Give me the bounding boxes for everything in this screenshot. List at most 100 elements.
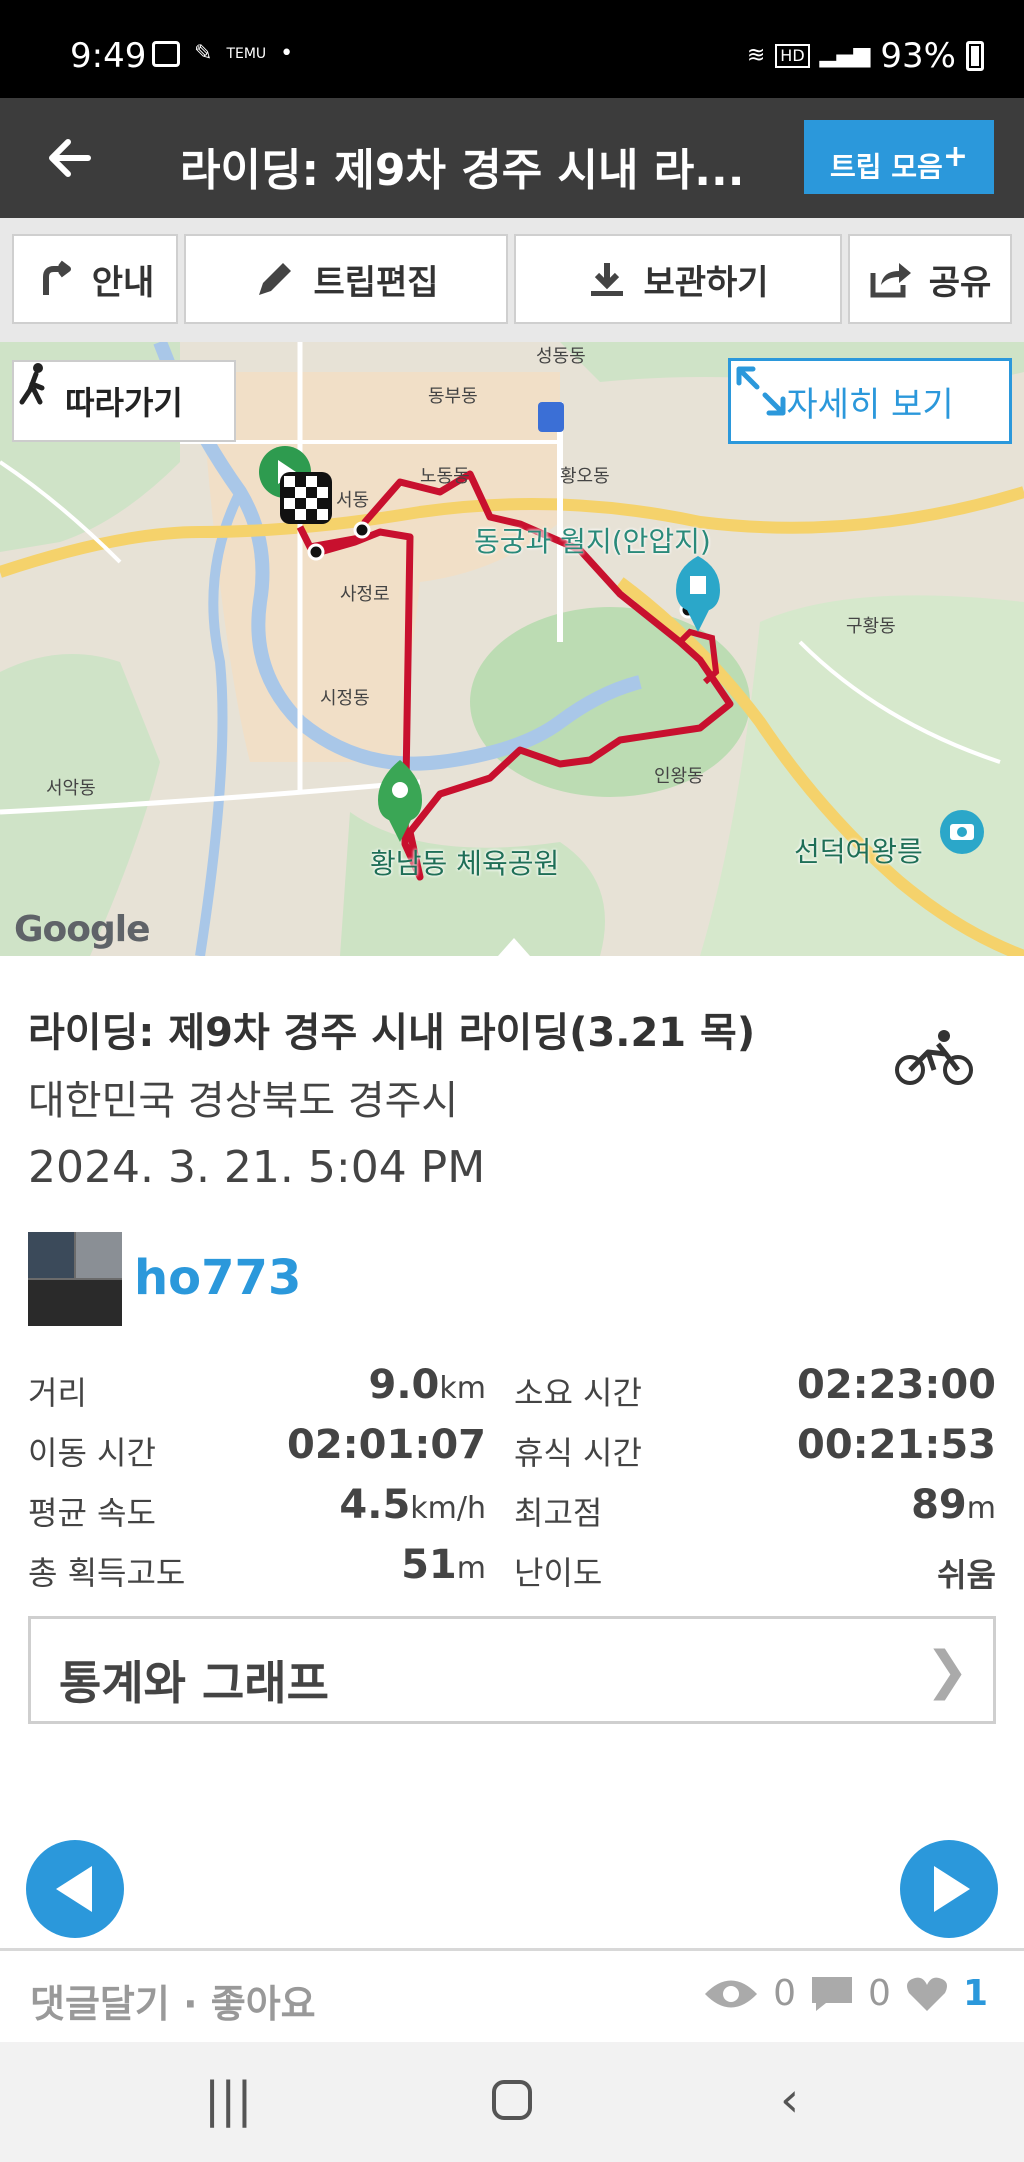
guide-button[interactable]: 안내 xyxy=(12,234,178,324)
stat-value: 89m xyxy=(911,1482,996,1528)
map-label-guhwang: 구황동 xyxy=(846,616,896,637)
map-label-seoak: 서악동 xyxy=(46,778,96,799)
stat-label: 소요 시간 xyxy=(514,1374,642,1412)
trip-title: 라이딩: 제9차 경주 시내 라이딩(3.21 목) xyxy=(28,1010,756,1056)
route-map[interactable]: 성동동 동부동 황오동 노동동 서동 사정로 시정동 서악동 인왕동 구황동 동… xyxy=(0,342,1024,956)
play-right-icon xyxy=(934,1866,970,1912)
share-label: 공유 xyxy=(928,262,992,303)
comments-count: 0 xyxy=(868,1973,891,2014)
map-label-hwango: 황오동 xyxy=(560,466,610,487)
chevron-right-icon: ❯ xyxy=(925,1641,969,1701)
share-icon xyxy=(870,263,911,298)
expand-icon xyxy=(736,366,786,416)
google-logo: Google xyxy=(14,909,151,950)
stat-value: 51m xyxy=(401,1542,486,1588)
map-label-inwang: 인왕동 xyxy=(654,766,704,787)
map-label-dongbu: 동부동 xyxy=(428,386,478,407)
edit-trip-button[interactable]: 트립편집 xyxy=(184,234,508,324)
map-label-nodong: 노동동 xyxy=(420,466,470,487)
temu-icon: TEMU xyxy=(226,46,267,62)
stat-value: 4.5km/h xyxy=(339,1482,486,1528)
stats-row: 총 획득고도 51m 난이도 쉬움 xyxy=(28,1538,996,1598)
engagement-stats: 0 0 1 xyxy=(703,1973,988,2014)
stats-graph-label: 통계와 그래프 xyxy=(59,1656,329,1710)
stat-label: 난이도 xyxy=(514,1554,603,1592)
status-system-icons: ≋ HD ▂▄▆ 93% xyxy=(747,36,984,76)
action-toolbar: 안내 트립편집 보관하기 공유 xyxy=(0,218,1024,342)
follow-label: 따라가기 xyxy=(65,384,183,422)
stat-label: 최고점 xyxy=(514,1494,603,1532)
back-button[interactable] xyxy=(40,128,100,188)
system-back-icon[interactable]: ‹ xyxy=(780,2072,799,2128)
trip-stats: 거리 9.0km 소요 시간 02:23:00 이동 시간 02:01:07 휴… xyxy=(28,1358,996,1598)
stat-value: 02:01:07 xyxy=(287,1422,486,1468)
arrow-left-icon xyxy=(49,139,91,177)
page-title: 라이딩: 제9차 경주 시내 라... xyxy=(180,145,745,196)
play-left-icon xyxy=(56,1866,92,1912)
stat-label: 휴식 시간 xyxy=(514,1434,642,1472)
system-navigation-bar: ||| ‹ xyxy=(0,2042,1024,2162)
stat-label: 거리 xyxy=(28,1374,87,1412)
stat-value: 00:21:53 xyxy=(797,1422,996,1468)
trip-datetime: 2024. 3. 21. 5:04 PM xyxy=(28,1142,486,1193)
hd-icon: HD xyxy=(775,44,810,68)
stats-row: 거리 9.0km 소요 시간 02:23:00 xyxy=(28,1358,996,1418)
views-count: 0 xyxy=(773,1973,797,2014)
map-label-tomb: 선덕여왕릉 xyxy=(794,835,923,868)
stat-value: 02:23:00 xyxy=(797,1362,996,1408)
signal-icon: ▂▄▆ xyxy=(819,43,871,68)
image-icon xyxy=(152,41,180,67)
stats-row: 평균 속도 4.5km/h 최고점 89m xyxy=(28,1478,996,1538)
map-label-sijeong: 시정동 xyxy=(320,688,370,709)
view-detail-button[interactable]: 자세히 보기 xyxy=(728,358,1012,444)
plus-icon: + xyxy=(942,139,968,174)
username-link[interactable]: ho773 xyxy=(134,1250,301,1306)
trip-collection-button[interactable]: 트립 모음+ xyxy=(804,120,994,194)
stat-value: 9.0km xyxy=(368,1362,486,1408)
app-icon: ✎ xyxy=(194,41,213,66)
battery-level: 93% xyxy=(880,36,956,76)
pencil-icon xyxy=(259,263,292,295)
app-bar: 라이딩: 제9차 경주 시내 라... 트립 모음+ xyxy=(0,98,1024,218)
avatar[interactable] xyxy=(28,1232,122,1326)
trip-location: 대한민국 경상북도 경주시 xyxy=(28,1078,459,1124)
comment-icon xyxy=(812,1976,853,2011)
stats-row: 이동 시간 02:01:07 휴식 시간 00:21:53 xyxy=(28,1418,996,1478)
follow-button[interactable]: 따라가기 xyxy=(12,360,236,442)
recent-apps-icon[interactable]: ||| xyxy=(204,2072,253,2128)
map-label-park: 황남동 체육공원 xyxy=(370,847,560,880)
dot-icon: • xyxy=(280,41,294,66)
map-label-seongdong: 성동동 xyxy=(536,346,586,367)
stats-graph-button[interactable]: 통계와 그래프 ❯ xyxy=(28,1616,996,1724)
trip-collection-label: 트립 모음 xyxy=(830,150,943,184)
walking-person-icon xyxy=(19,363,45,405)
comment-like-bar: 댓글달기 · 좋아요 0 0 1 xyxy=(0,1948,1024,2042)
share-button[interactable]: 공유 xyxy=(848,234,1012,324)
guide-label: 안내 xyxy=(91,262,155,303)
previous-trip-button[interactable] xyxy=(26,1840,124,1938)
battery-icon xyxy=(966,41,984,71)
save-label: 보관하기 xyxy=(643,262,769,303)
map-label-anapji: 동궁과 월지(안압지) xyxy=(474,525,711,558)
turn-right-icon xyxy=(42,260,71,295)
save-button[interactable]: 보관하기 xyxy=(514,234,842,324)
stat-value: 쉬움 xyxy=(937,1556,996,1594)
home-icon[interactable] xyxy=(490,2078,534,2134)
comment-like-link[interactable]: 댓글달기 · 좋아요 xyxy=(30,1973,316,2028)
status-bar: 9:49 ✎ TEMU • ≋ HD ▂▄▆ 93% xyxy=(0,0,1024,98)
bicycle-icon xyxy=(895,1030,973,1085)
wifi-icon: ≋ xyxy=(746,43,766,68)
stat-label: 총 획득고도 xyxy=(28,1554,186,1592)
heart-icon xyxy=(906,1977,947,2011)
edit-trip-label: 트립편집 xyxy=(313,262,439,303)
next-trip-button[interactable] xyxy=(900,1840,998,1938)
eye-icon xyxy=(705,1980,758,2007)
stat-label: 평균 속도 xyxy=(28,1494,156,1532)
status-time: 9:49 xyxy=(70,36,147,76)
map-label-seodong: 서동 xyxy=(336,490,370,511)
download-icon xyxy=(591,263,624,296)
map-label-sajeong: 사정로 xyxy=(340,584,390,605)
stat-label: 이동 시간 xyxy=(28,1434,156,1472)
status-notification-icons: ✎ TEMU • xyxy=(152,40,293,68)
view-detail-label: 자세히 보기 xyxy=(786,384,954,425)
